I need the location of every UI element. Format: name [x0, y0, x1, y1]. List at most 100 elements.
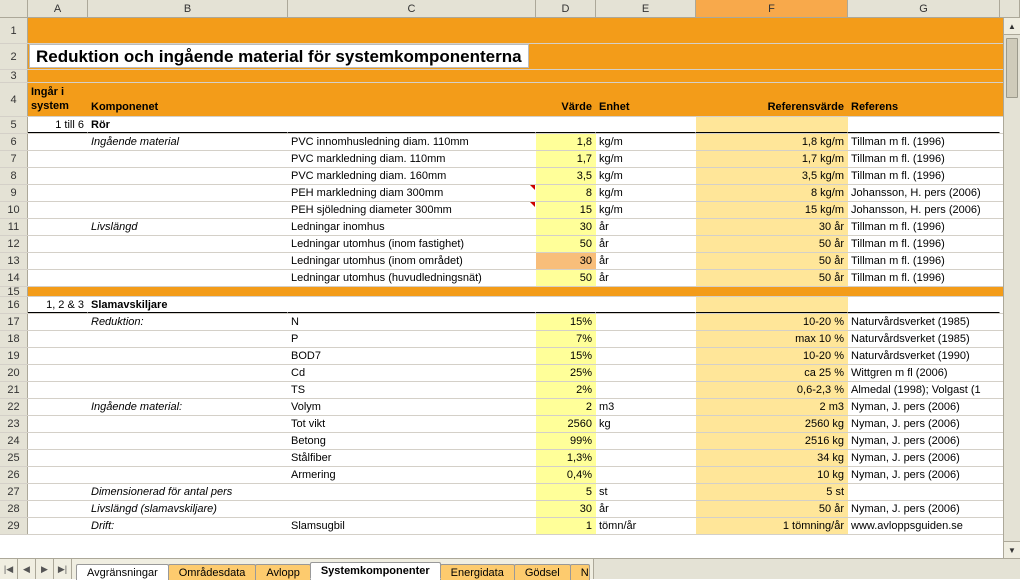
cell[interactable]: 30 år: [696, 219, 848, 235]
cell[interactable]: [28, 151, 88, 167]
row-header[interactable]: 16: [0, 297, 28, 313]
cell[interactable]: [596, 433, 696, 449]
cell[interactable]: [88, 348, 288, 364]
cell[interactable]: kg/m: [596, 168, 696, 184]
cell[interactable]: kg/m: [596, 185, 696, 201]
cell[interactable]: [28, 185, 88, 201]
cell[interactable]: Tot vikt: [288, 416, 536, 432]
cell[interactable]: Tillman m fl. (1996): [848, 236, 1000, 252]
cell[interactable]: max 10 %: [696, 331, 848, 347]
cell[interactable]: Livslängd (slamavskiljare): [88, 501, 288, 517]
cell[interactable]: 2 m3: [696, 399, 848, 415]
cell[interactable]: Cd: [288, 365, 536, 381]
cell[interactable]: [28, 416, 88, 432]
cell[interactable]: [88, 331, 288, 347]
cell[interactable]: Livslängd: [88, 219, 288, 235]
row-header[interactable]: 25: [0, 450, 28, 466]
cell[interactable]: 50: [536, 270, 596, 286]
cell[interactable]: [88, 253, 288, 269]
cell[interactable]: 2: [536, 399, 596, 415]
cell[interactable]: [88, 433, 288, 449]
sheet-tab[interactable]: Avlopp: [255, 564, 310, 580]
cell[interactable]: år: [596, 270, 696, 286]
cell[interactable]: [596, 467, 696, 483]
cell[interactable]: [88, 202, 288, 218]
cell[interactable]: 5: [536, 484, 596, 500]
cell[interactable]: [848, 484, 1000, 500]
cell[interactable]: Betong: [288, 433, 536, 449]
sheet-tab[interactable]: Områdesdata: [168, 564, 257, 580]
cell[interactable]: [28, 365, 88, 381]
cell[interactable]: PVC innomhusledning diam. 110mm: [288, 134, 536, 150]
cell[interactable]: [28, 501, 88, 517]
cell[interactable]: [596, 365, 696, 381]
cell[interactable]: [596, 314, 696, 330]
row-header[interactable]: 17: [0, 314, 28, 330]
cell[interactable]: 15%: [536, 314, 596, 330]
row-header[interactable]: 15: [0, 287, 28, 296]
select-all-corner[interactable]: [0, 0, 28, 17]
row-header[interactable]: 6: [0, 134, 28, 150]
cell[interactable]: Naturvårdsverket (1990): [848, 348, 1000, 364]
cell[interactable]: 1,7: [536, 151, 596, 167]
cell[interactable]: [28, 484, 88, 500]
cell[interactable]: 10-20 %: [696, 348, 848, 364]
cell[interactable]: [88, 151, 288, 167]
cell[interactable]: 25%: [536, 365, 596, 381]
cell[interactable]: [28, 168, 88, 184]
cell[interactable]: [848, 117, 1000, 133]
cell[interactable]: [28, 270, 88, 286]
row-header[interactable]: 28: [0, 501, 28, 517]
col-header-C[interactable]: C: [288, 0, 536, 17]
cell[interactable]: 50 år: [696, 253, 848, 269]
cell[interactable]: Johansson, H. pers (2006): [848, 202, 1000, 218]
cell[interactable]: PEH sjöledning diameter 300mm: [288, 202, 536, 218]
cell[interactable]: 1,8: [536, 134, 596, 150]
cell[interactable]: Slamsugbil: [288, 518, 536, 534]
cell[interactable]: 30: [536, 253, 596, 269]
cell[interactable]: Nyman, J. pers (2006): [848, 467, 1000, 483]
cell[interactable]: 3,5: [536, 168, 596, 184]
cell[interactable]: Ingående material: [88, 134, 288, 150]
cell[interactable]: [288, 117, 536, 133]
cell[interactable]: kg/m: [596, 202, 696, 218]
cell[interactable]: Tillman m fl. (1996): [848, 253, 1000, 269]
cell[interactable]: TS: [288, 382, 536, 398]
row-header[interactable]: 9: [0, 185, 28, 201]
cell[interactable]: Tillman m fl. (1996): [848, 151, 1000, 167]
cell[interactable]: Almedal (1998); Volgast (1: [848, 382, 1000, 398]
cell[interactable]: kg: [596, 416, 696, 432]
cell[interactable]: P: [288, 331, 536, 347]
sheet-tab[interactable]: Energidata: [440, 564, 515, 580]
cell[interactable]: Nyman, J. pers (2006): [848, 399, 1000, 415]
cell[interactable]: 8 kg/m: [696, 185, 848, 201]
cell[interactable]: 10 kg: [696, 467, 848, 483]
cell[interactable]: Rör: [88, 117, 288, 133]
row-header[interactable]: 19: [0, 348, 28, 364]
col-header-F[interactable]: F: [696, 0, 848, 17]
cell[interactable]: [536, 297, 596, 313]
cell[interactable]: 30: [536, 219, 596, 235]
col-header-A[interactable]: A: [28, 0, 88, 17]
cell[interactable]: [28, 382, 88, 398]
row-header[interactable]: 24: [0, 433, 28, 449]
cell[interactable]: [288, 501, 536, 517]
cell[interactable]: Johansson, H. pers (2006): [848, 185, 1000, 201]
cell[interactable]: [28, 314, 88, 330]
row-header[interactable]: 11: [0, 219, 28, 235]
cell[interactable]: 30: [536, 501, 596, 517]
cell[interactable]: 99%: [536, 433, 596, 449]
col-header-D[interactable]: D: [536, 0, 596, 17]
cell[interactable]: 0,4%: [536, 467, 596, 483]
cell[interactable]: 1: [536, 518, 596, 534]
tab-nav-prev[interactable]: ◀: [18, 559, 36, 579]
row-header[interactable]: 20: [0, 365, 28, 381]
row-header[interactable]: 14: [0, 270, 28, 286]
cell[interactable]: PVC markledning diam. 160mm: [288, 168, 536, 184]
row-header[interactable]: 21: [0, 382, 28, 398]
tab-nav-last[interactable]: ▶|: [54, 559, 72, 579]
cell[interactable]: Naturvårdsverket (1985): [848, 314, 1000, 330]
row-header[interactable]: 8: [0, 168, 28, 184]
row-header[interactable]: 23: [0, 416, 28, 432]
cell[interactable]: kg/m: [596, 151, 696, 167]
